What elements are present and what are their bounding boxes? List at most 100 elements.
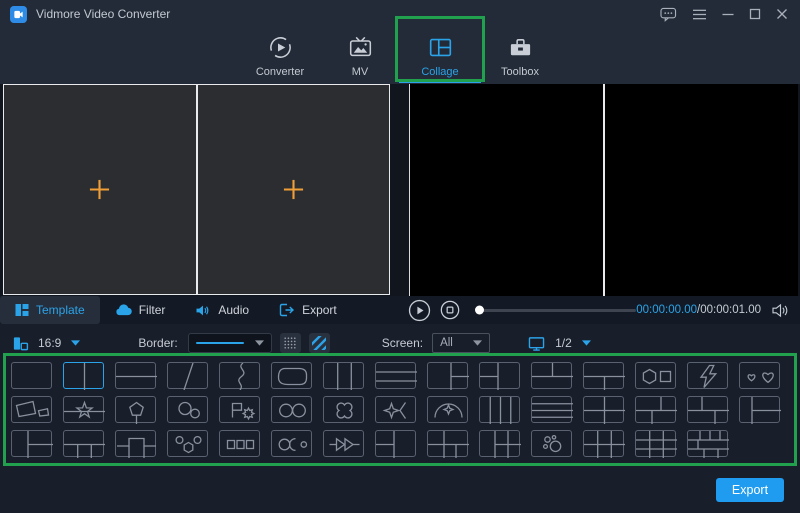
chevron-down-icon (71, 340, 81, 346)
maximize-button[interactable] (749, 5, 761, 23)
template-cols-3[interactable] (323, 362, 364, 390)
template-top-big-bottom-3cols[interactable] (63, 430, 105, 458)
audio-icon (195, 304, 211, 317)
template-rows-4[interactable] (531, 396, 573, 423)
seek-slider[interactable] (475, 305, 637, 315)
template-rows-3[interactable] (375, 362, 417, 389)
border-style-select[interactable] (187, 333, 272, 353)
template-grid (3, 353, 797, 466)
stop-button[interactable] (440, 300, 460, 320)
panel-tab-export[interactable]: Export (264, 296, 352, 324)
nav-tab-label: MV (351, 65, 369, 78)
panel-tab-template[interactable]: Template (0, 296, 100, 324)
template-grid-row (11, 430, 789, 458)
screen-control: Screen: All (382, 333, 491, 353)
template-top-2cols-bottom-big[interactable] (531, 362, 573, 389)
template-bubbles[interactable] (531, 430, 572, 457)
template-circles-two[interactable] (271, 396, 312, 423)
template-grid-row (11, 396, 789, 424)
menu-button[interactable] (692, 5, 707, 23)
template-leftcol-2cells[interactable] (739, 396, 781, 424)
chevron-down-icon (473, 340, 483, 346)
template-clover[interactable] (323, 396, 364, 423)
page-indicator: 1/2 (555, 336, 572, 350)
play-button[interactable] (408, 299, 431, 322)
template-star-line[interactable] (63, 396, 105, 423)
template-grid-brick[interactable] (687, 430, 729, 458)
screen-select[interactable]: All (432, 333, 491, 353)
template-grid-row (11, 362, 789, 390)
window-title: Vidmore Video Converter (36, 7, 171, 21)
aspect-ratio-icon (12, 335, 29, 352)
preview-cell (410, 84, 603, 296)
collage-cell-add-video[interactable] (195, 85, 390, 294)
template-cols-4[interactable] (479, 396, 520, 424)
template-podium[interactable] (115, 430, 156, 458)
app-logo-icon (10, 5, 27, 23)
border-label: Border: (138, 336, 178, 350)
template-grid-3x2[interactable] (583, 430, 625, 458)
minimize-icon (722, 8, 734, 20)
template-left-2rows-right-big[interactable] (375, 430, 416, 458)
close-button[interactable] (776, 5, 788, 23)
template-single[interactable] (11, 362, 52, 389)
template-left-2rows-right-big[interactable] (479, 362, 520, 390)
template-dome-clover[interactable] (427, 396, 468, 423)
template-left-cell-right-2rows[interactable] (11, 430, 53, 458)
preview-panel (409, 84, 798, 296)
feedback-button[interactable] (660, 5, 677, 23)
aspect-ratio-control[interactable]: 16:9 (12, 335, 81, 352)
panel-tab-audio[interactable]: Audio (180, 296, 264, 324)
player-controls: 00:00:00.00/00:00:01.00 (408, 296, 790, 324)
minimize-button[interactable] (722, 5, 734, 23)
template-grid-asym[interactable] (687, 396, 729, 424)
template-pentagon-line[interactable] (115, 396, 156, 424)
template-hex-square[interactable] (635, 362, 676, 389)
nav-tab-converter[interactable]: Converter (240, 28, 320, 84)
template-grid-2x2[interactable] (583, 396, 625, 424)
volume-icon (771, 303, 790, 318)
template-grid-2x2-offset[interactable] (635, 396, 677, 424)
template-squares-3[interactable] (219, 430, 260, 457)
template-lightning[interactable] (687, 362, 728, 389)
panel-tab-filter[interactable]: Filter (100, 296, 181, 324)
active-tab-underline (399, 80, 481, 83)
template-icon (15, 303, 29, 317)
export-button[interactable]: Export (716, 478, 784, 502)
template-top-big-bottom-2cols[interactable] (583, 362, 625, 390)
stripes-pattern-button[interactable] (308, 333, 330, 353)
template-arrows[interactable] (323, 430, 364, 457)
border-line-sample (195, 342, 244, 344)
add-video-icon (88, 178, 111, 201)
template-wave-v[interactable] (219, 362, 260, 390)
collage-cell-add-video[interactable] (4, 85, 196, 294)
nav-tab-collage[interactable]: Collage (400, 28, 480, 84)
template-split-v[interactable] (63, 362, 104, 390)
border-pattern-buttons (272, 333, 330, 353)
volume-button[interactable] (771, 303, 790, 318)
nav-tab-toolbox[interactable]: Toolbox (480, 28, 560, 84)
template-rounded-inset[interactable] (271, 362, 312, 389)
menu-icon (692, 8, 707, 21)
template-circles-big-small[interactable] (167, 396, 208, 423)
template-circle-half-dot[interactable] (271, 430, 312, 457)
template-split-h[interactable] (115, 362, 157, 389)
template-grid-5cell[interactable] (427, 430, 469, 458)
template-skew-quads[interactable] (11, 396, 52, 423)
template-flag-gear[interactable] (219, 396, 260, 423)
template-left-big-right-2rows[interactable] (427, 362, 469, 390)
monitor-icon (528, 336, 545, 351)
template-grid-3x3[interactable] (635, 430, 677, 458)
nav-tab-mv[interactable]: MV (320, 28, 400, 84)
template-hearts[interactable] (739, 362, 780, 389)
screen-pager[interactable]: 1/2 (528, 336, 591, 351)
mv-icon (348, 35, 373, 61)
seek-slider-thumb[interactable] (475, 305, 484, 315)
template-left-col-right-grid[interactable] (479, 430, 521, 458)
dots-pattern-button[interactable] (279, 333, 301, 353)
template-circles-hex[interactable] (167, 430, 208, 457)
template-diagonal[interactable] (167, 362, 208, 390)
add-video-icon (282, 178, 305, 201)
template-star-bracket[interactable] (375, 396, 416, 423)
close-icon (776, 8, 788, 20)
